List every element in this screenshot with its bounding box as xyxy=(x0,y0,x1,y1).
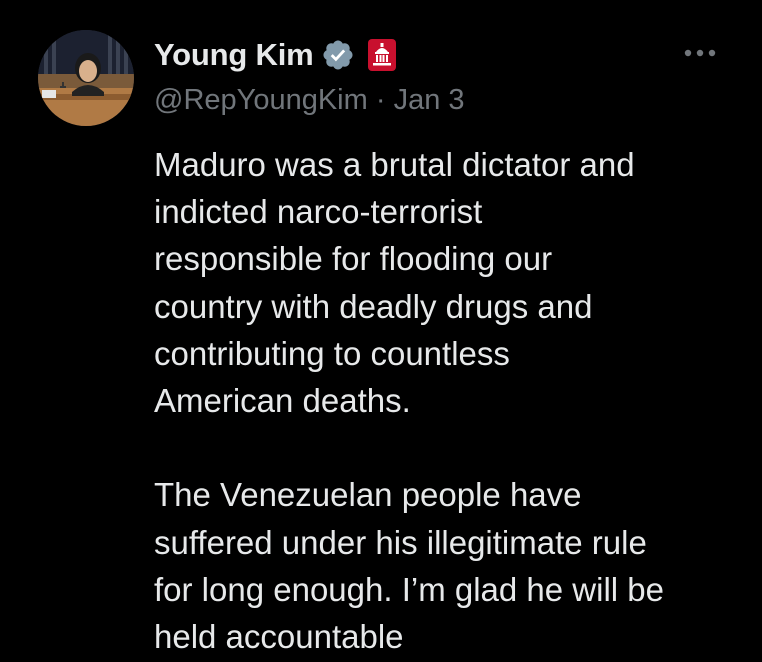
author-display-name[interactable]: Young Kim xyxy=(154,37,314,73)
tweet-paragraph-1: Maduro was a brutal dictator and indicte… xyxy=(154,146,635,420)
meta-separator: · xyxy=(375,84,386,116)
tweet-card[interactable]: Young Kim @RepYoungKim · Jan 3 Maduro wa… xyxy=(0,0,762,662)
government-affiliation-icon[interactable] xyxy=(367,38,397,72)
tweet-paragraph-2: The Venezuelan people have suffered unde… xyxy=(154,476,664,656)
verified-badge-icon[interactable] xyxy=(321,38,355,72)
tweet-date[interactable]: Jan 3 xyxy=(394,84,465,116)
avatar-photo xyxy=(38,30,134,126)
more-options-icon[interactable] xyxy=(680,40,720,66)
tweet-meta: @RepYoungKim · Jan 3 xyxy=(154,84,465,117)
tweet-body: Maduro was a brutal dictator and indicte… xyxy=(154,141,744,660)
author-name-row: Young Kim xyxy=(154,34,397,76)
avatar[interactable] xyxy=(38,30,134,126)
author-handle[interactable]: @RepYoungKim xyxy=(154,84,368,116)
